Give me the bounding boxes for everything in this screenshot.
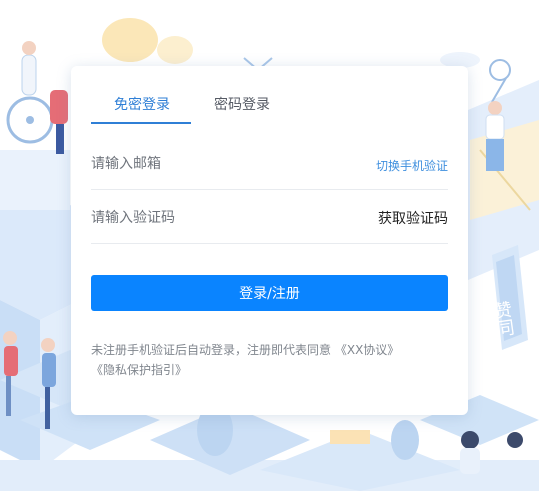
get-code-button[interactable]: 获取验证码 <box>378 208 448 228</box>
agreement-notice: 未注册手机验证后自动登录，注册即代表同意 《XX协议》《隐私保护指引》 <box>91 340 451 380</box>
notice-text: 未注册手机验证后自动登录，注册即代表同意 <box>91 343 332 357</box>
email-input[interactable] <box>91 138 331 190</box>
login-tabs: 免密登录 密码登录 <box>91 92 448 124</box>
tab-passwordless-login[interactable]: 免密登录 <box>114 94 170 114</box>
tab-password-login[interactable]: 密码登录 <box>214 94 270 114</box>
active-tab-indicator <box>91 122 191 124</box>
switch-to-phone-link[interactable]: 切换手机验证 <box>376 157 448 174</box>
agreement-link[interactable]: 《XX协议》 <box>335 343 399 357</box>
email-row: 切换手机验证 <box>91 138 448 190</box>
login-register-button[interactable]: 登录/注册 <box>91 275 448 311</box>
verification-code-input[interactable] <box>91 192 331 244</box>
login-card: 免密登录 密码登录 切换手机验证 获取验证码 登录/注册 未注册手机验证后自动登… <box>71 66 468 415</box>
privacy-link[interactable]: 《隐私保护指引》 <box>91 363 187 377</box>
code-row: 获取验证码 <box>91 192 448 244</box>
